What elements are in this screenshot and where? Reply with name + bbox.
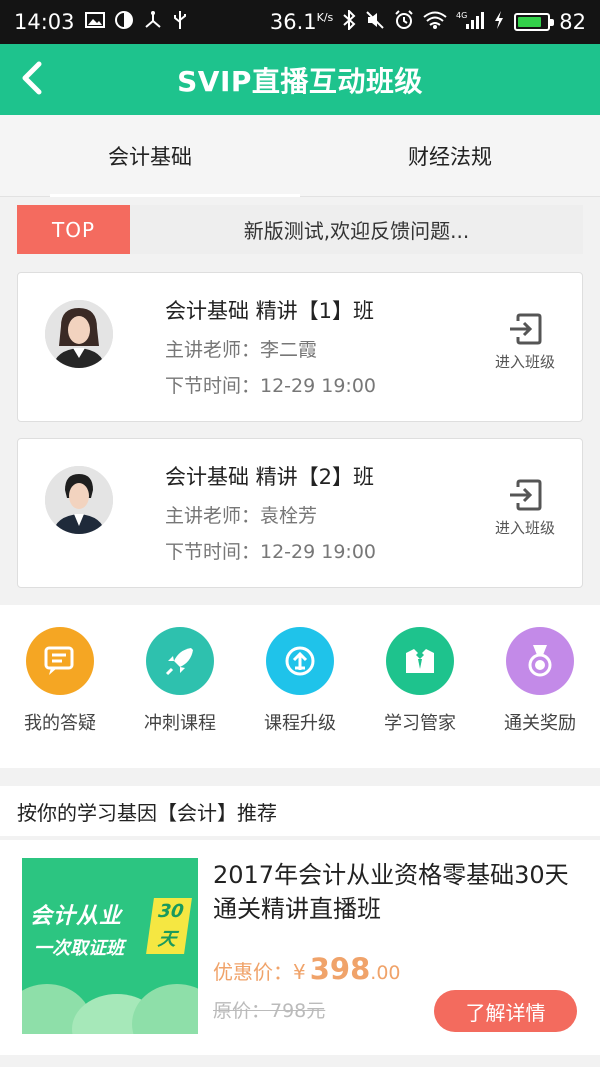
charging-icon <box>493 10 505 34</box>
feature-my-questions[interactable]: 我的答疑 <box>5 627 115 768</box>
top-tag: TOP <box>17 205 130 254</box>
data-saver-icon <box>114 11 133 33</box>
rocket-icon <box>146 627 214 695</box>
signal-4g-icon: 4G <box>456 10 485 34</box>
upgrade-icon <box>266 627 334 695</box>
medal-icon <box>506 627 574 695</box>
recommend-header: 按你的学习基因【会计】推荐 <box>0 786 600 836</box>
teacher-name: 主讲老师：袁栓芳 <box>165 505 318 527</box>
teacher-avatar <box>45 300 113 368</box>
feature-label: 课程升级 <box>264 713 336 734</box>
chat-icon <box>26 627 94 695</box>
back-arrow-icon <box>22 61 42 95</box>
course-title[interactable]: 2017年会计从业资格零基础30天通关精讲直播班 <box>213 858 573 926</box>
app-header: SVIP直播互动班级 <box>0 44 600 115</box>
network-speed: 36.1K/s <box>269 10 334 34</box>
battery-icon <box>514 13 555 31</box>
feature-study-butler[interactable]: 学习管家 <box>365 627 475 768</box>
mute-icon <box>365 10 385 34</box>
enter-icon <box>510 479 542 511</box>
back-button[interactable] <box>12 58 52 98</box>
feature-sprint-course[interactable]: 冲刺课程 <box>125 627 235 768</box>
teacher-avatar <box>45 466 113 534</box>
class-name: 会计基础 精讲【2】班 <box>165 465 375 489</box>
original-price: 原价：798元 <box>213 1000 326 1022</box>
product-card[interactable]: 会计从业 一次取证班 30天 2017年会计从业资格零基础30天通关精讲直播班 … <box>0 840 600 1055</box>
poster-line-1: 会计从业 <box>30 904 123 929</box>
price-label: 优惠价： <box>213 960 293 984</box>
class-name: 会计基础 精讲【1】班 <box>165 299 375 323</box>
tab-accounting-basics[interactable]: 会计基础 <box>0 115 300 197</box>
feature-label: 学习管家 <box>384 713 456 734</box>
subject-tabs: 会计基础 财经法规 <box>0 115 600 197</box>
page-title: SVIP直播互动班级 <box>177 64 423 98</box>
feature-label: 通关奖励 <box>504 713 576 734</box>
status-bar: 14:03 36.1K/s 4G 82 <box>0 0 600 44</box>
status-time: 14:03 <box>14 10 75 34</box>
notice-text: 新版测试,欢迎反馈问题... <box>243 219 470 243</box>
wifi-icon <box>423 11 447 33</box>
class-card-2[interactable]: 会计基础 精讲【2】班 主讲老师：袁栓芳 下节时间：12-29 19:00 进入… <box>17 438 583 588</box>
top-notice[interactable]: TOP 新版测试,欢迎反馈问题... <box>17 205 583 254</box>
currency-symbol: ¥ <box>293 960 306 984</box>
price-decimal: .00 <box>370 962 401 984</box>
battery-fill <box>518 17 542 27</box>
course-poster[interactable]: 会计从业 一次取证班 30天 <box>22 858 198 1034</box>
image-icon <box>84 12 105 32</box>
feature-grid: 我的答疑 冲刺课程 课程升级 学习管家 通关奖励 <box>0 605 600 768</box>
next-session-time: 下节时间：12-29 19:00 <box>165 541 377 563</box>
battery-percent: 82 <box>559 10 586 34</box>
feature-label: 我的答疑 <box>24 713 96 734</box>
enter-class-button[interactable]: 进入班级 <box>490 479 560 538</box>
feature-course-upgrade[interactable]: 课程升级 <box>245 627 355 768</box>
enter-icon <box>510 313 542 345</box>
discount-price: 优惠价： ¥ 398 .00 <box>213 952 401 986</box>
enter-class-button[interactable]: 进入班级 <box>490 313 560 372</box>
enter-class-label: 进入班级 <box>494 519 555 537</box>
feature-pass-reward[interactable]: 通关奖励 <box>485 627 595 768</box>
bluetooth-icon <box>342 8 356 34</box>
poster-badge: 30天 <box>146 898 192 954</box>
enter-class-label: 进入班级 <box>494 353 555 371</box>
feature-label: 冲刺课程 <box>144 713 216 734</box>
tab-finance-regulations[interactable]: 财经法规 <box>300 115 600 196</box>
price-integer: 398 <box>309 952 371 986</box>
usb-icon <box>173 10 187 34</box>
next-session-time: 下节时间：12-29 19:00 <box>165 375 377 397</box>
teacher-name: 主讲老师：李二霞 <box>165 339 318 361</box>
svg-text:4G: 4G <box>456 11 467 20</box>
learn-more-button[interactable]: 了解详情 <box>434 990 577 1032</box>
butler-icon <box>386 627 454 695</box>
poster-cloud <box>132 984 198 1034</box>
network-share-icon <box>143 11 163 33</box>
class-card-1[interactable]: 会计基础 精讲【1】班 主讲老师：李二霞 下节时间：12-29 19:00 进入… <box>17 272 583 422</box>
alarm-icon <box>394 10 414 34</box>
poster-line-2: 一次取证班 <box>34 938 124 959</box>
